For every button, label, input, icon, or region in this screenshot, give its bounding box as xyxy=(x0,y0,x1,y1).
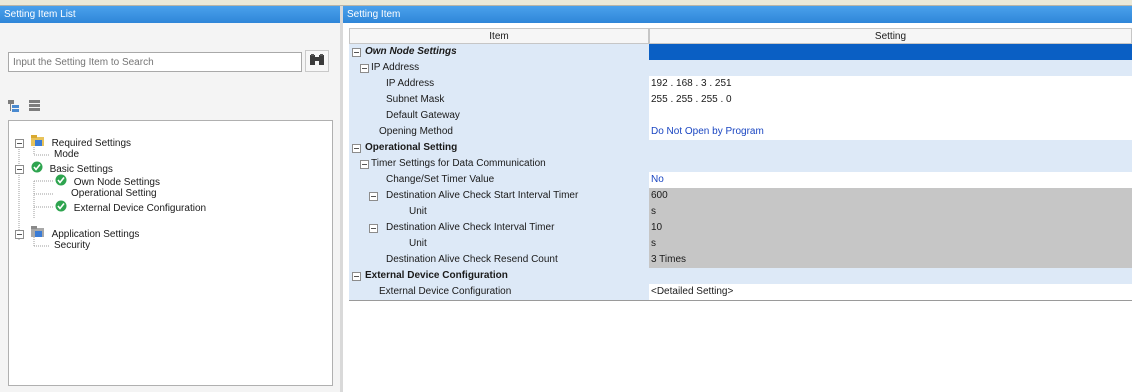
row-item-label: Destination Alive Check Start Interval T… xyxy=(386,190,579,201)
green-check-icon xyxy=(55,200,67,216)
tree-item-label: Security xyxy=(54,240,91,251)
green-check-icon xyxy=(55,174,67,190)
grid-row-alive-check-start-interval-timer[interactable]: Destination Alive Check Start Interval T… xyxy=(349,188,1132,204)
tree-item-label: External Device Configuration xyxy=(73,202,207,214)
collapse-toggle-icon[interactable] xyxy=(352,272,361,281)
change-set-timer-value[interactable]: No xyxy=(649,172,1132,188)
collapse-toggle-icon[interactable] xyxy=(369,192,378,201)
tree-item-label: Operational Setting xyxy=(71,188,157,199)
row-item-label: IP Address xyxy=(371,62,420,73)
folder-icon xyxy=(30,135,45,151)
grid-row-own-node-settings[interactable]: Own Node Settings xyxy=(349,44,1132,60)
row-setting-value xyxy=(649,140,1132,156)
alive-check-interval-value: 10 xyxy=(649,220,1132,236)
collapse-all-icon[interactable] xyxy=(28,100,41,112)
tree-item-operational-setting[interactable]: Operational Setting xyxy=(71,187,157,200)
app-settings-icon xyxy=(30,226,45,242)
grid-row-subnet-mask[interactable]: Subnet Mask 255 . 255 . 255 . 0 xyxy=(349,92,1132,108)
row-setting-value xyxy=(649,60,1132,76)
collapse-toggle-icon[interactable] xyxy=(360,160,369,169)
grid-row-default-gateway[interactable]: Default Gateway xyxy=(349,108,1132,124)
row-item-label: Subnet Mask xyxy=(386,94,445,105)
ip-address-value[interactable]: 192 . 168 . 3 . 251 xyxy=(649,76,1132,92)
collapse-toggle-icon[interactable] xyxy=(15,138,24,148)
alive-check-start-interval-value: 600 xyxy=(649,188,1132,204)
collapse-toggle-icon[interactable] xyxy=(360,64,369,73)
grid-row-operational-setting[interactable]: Operational Setting xyxy=(349,140,1132,156)
collapse-toggle-icon[interactable] xyxy=(15,229,24,239)
setting-item-list-title: Setting Item List xyxy=(0,6,340,23)
row-item-label: External Device Configuration xyxy=(379,286,512,297)
grid-row-external-device-configuration-group[interactable]: External Device Configuration xyxy=(349,268,1132,284)
tree-item-label: Mode xyxy=(54,149,80,160)
tree-toolbar xyxy=(8,100,47,115)
row-item-label: External Device Configuration xyxy=(365,270,508,281)
column-header-setting[interactable]: Setting xyxy=(649,28,1132,44)
tree-item-external-device-configuration[interactable]: External Device Configuration xyxy=(55,200,207,216)
tree-item-mode[interactable]: Mode xyxy=(54,148,79,161)
setting-item-list-pane: Setting Item List Input the Setting Item… xyxy=(0,6,340,392)
row-item-label: Change/Set Timer Value xyxy=(386,174,495,185)
column-header-item[interactable]: Item xyxy=(349,28,649,44)
collapse-toggle-icon[interactable] xyxy=(369,224,378,233)
grid-bottom-divider xyxy=(349,300,1132,301)
tree-item-required-settings[interactable]: Required Settings xyxy=(15,135,131,151)
row-item-label: IP Address xyxy=(386,78,435,89)
row-item-label: Destination Alive Check Interval Timer xyxy=(386,222,555,233)
grid-row-ip-address-group[interactable]: IP Address xyxy=(349,60,1132,76)
grid-row-unit[interactable]: Unit s xyxy=(349,236,1132,252)
row-item-label: Opening Method xyxy=(379,126,453,137)
subnet-mask-value[interactable]: 255 . 255 . 255 . 0 xyxy=(649,92,1132,108)
grid-row-unit[interactable]: Unit s xyxy=(349,204,1132,220)
settings-tree: Required Settings Mode Basic Settings Ow… xyxy=(8,120,333,386)
unit-value: s xyxy=(649,204,1132,220)
opening-method-value[interactable]: Do Not Open by Program xyxy=(649,124,1132,140)
grid-row-ip-address[interactable]: IP Address 192 . 168 . 3 . 251 xyxy=(349,76,1132,92)
unit-value: s xyxy=(649,236,1132,252)
row-setting-value xyxy=(649,268,1132,284)
green-check-icon xyxy=(31,161,43,177)
grid-row-change-set-timer-value[interactable]: Change/Set Timer Value No xyxy=(349,172,1132,188)
row-setting-value xyxy=(649,156,1132,172)
row-item-label: Timer Settings for Data Communication xyxy=(371,158,546,169)
grid-row-timer-settings[interactable]: Timer Settings for Data Communication xyxy=(349,156,1132,172)
external-device-configuration-value[interactable]: <Detailed Setting> xyxy=(649,284,1132,300)
tree-item-own-node-settings[interactable]: Own Node Settings xyxy=(55,174,160,190)
row-item-label: Default Gateway xyxy=(386,110,460,121)
row-item-label: Unit xyxy=(409,206,427,217)
setting-item-title: Setting Item xyxy=(343,6,1132,23)
binoculars-icon xyxy=(310,54,324,65)
grid-row-alive-check-resend-count[interactable]: Destination Alive Check Resend Count 3 T… xyxy=(349,252,1132,268)
default-gateway-value[interactable] xyxy=(649,108,1132,124)
tree-item-basic-settings[interactable]: Basic Settings xyxy=(15,161,113,177)
setting-item-pane: Setting Item Item Setting Own Node Setti… xyxy=(343,6,1132,392)
collapse-toggle-icon[interactable] xyxy=(352,144,361,153)
search-button[interactable] xyxy=(305,50,329,72)
row-item-label: Own Node Settings xyxy=(365,46,457,57)
collapse-toggle-icon[interactable] xyxy=(15,164,24,174)
grid-row-alive-check-interval-timer[interactable]: Destination Alive Check Interval Timer 1… xyxy=(349,220,1132,236)
row-setting-value xyxy=(649,44,1132,60)
row-item-label: Destination Alive Check Resend Count xyxy=(386,254,558,265)
expand-all-icon[interactable] xyxy=(8,100,20,112)
search-input[interactable] xyxy=(8,52,302,72)
alive-check-resend-count-value: 3 Times xyxy=(649,252,1132,268)
row-item-label: Unit xyxy=(409,238,427,249)
tree-item-security[interactable]: Security xyxy=(54,239,90,252)
grid-row-opening-method[interactable]: Opening Method Do Not Open by Program xyxy=(349,124,1132,140)
tree-item-application-settings[interactable]: Application Settings xyxy=(15,226,139,242)
collapse-toggle-icon[interactable] xyxy=(352,48,361,57)
grid-row-external-device-configuration[interactable]: External Device Configuration <Detailed … xyxy=(349,284,1132,300)
row-item-label: Operational Setting xyxy=(365,142,458,153)
